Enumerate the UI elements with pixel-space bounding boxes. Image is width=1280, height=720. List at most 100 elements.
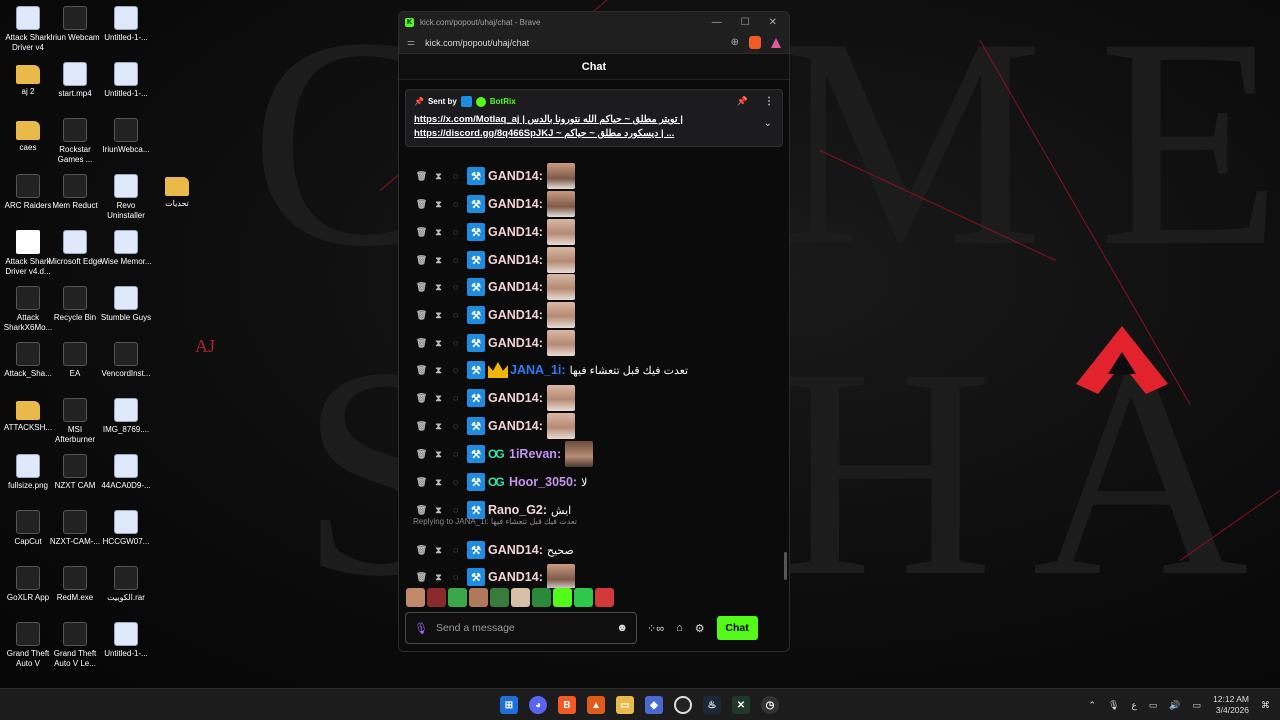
chat-username[interactable]: GAND14: <box>488 225 543 239</box>
desktop-icon[interactable]: CapCut <box>1 510 55 547</box>
chat-emote[interactable] <box>546 302 575 328</box>
delete-icon[interactable]: 🗑 <box>413 393 430 404</box>
timeout-icon[interactable]: ⧗ <box>430 545 447 556</box>
chat-message[interactable]: 🗑 ⧗ ◌ ⚒ GAND14: <box>413 413 579 439</box>
delete-icon[interactable]: 🗑 <box>413 477 430 488</box>
language-indicator[interactable]: ع <box>1131 700 1136 711</box>
app-taskbar-icon[interactable]: ◷ <box>761 696 779 714</box>
chat-message[interactable]: 🗑 ⧗ ◌ ⚒ GAND14: <box>413 330 579 356</box>
chat-username[interactable]: GAND14: <box>488 308 543 322</box>
chat-message[interactable]: 🗑 ⧗ ◌ ⚒ GAND14: <box>413 163 579 189</box>
ban-shield-icon[interactable]: ◌ <box>447 255 464 265</box>
delete-icon[interactable]: 🗑 <box>413 421 430 432</box>
battery-icon[interactable]: ▭ <box>1193 700 1202 711</box>
timeout-icon[interactable]: ⧗ <box>430 199 447 210</box>
chat-emote[interactable] <box>546 163 575 189</box>
quick-emote[interactable] <box>469 588 488 607</box>
desktop-icon[interactable]: NZXT CAM <box>48 454 102 491</box>
ban-shield-icon[interactable]: ◌ <box>447 365 464 375</box>
quick-emote[interactable] <box>553 588 572 607</box>
desktop-icon[interactable]: Recycle Bin <box>48 286 102 323</box>
network-icon[interactable]: ▭ <box>1149 700 1158 711</box>
chat-emote[interactable] <box>565 441 594 467</box>
zoom-icon[interactable]: ⊕ <box>731 37 739 48</box>
quick-emote[interactable] <box>448 588 467 607</box>
settings-gear-icon[interactable]: ⚙ <box>695 622 705 635</box>
desktop-icon[interactable]: Attack SharkX6Mo... <box>1 286 55 333</box>
chat-emote[interactable] <box>546 330 575 356</box>
chat-username[interactable]: GAND14: <box>488 253 543 267</box>
desktop-icon[interactable]: Mem Reduct <box>48 174 102 211</box>
ban-shield-icon[interactable]: ◌ <box>447 393 464 403</box>
delete-icon[interactable]: 🗑 <box>413 282 430 293</box>
chat-emote[interactable] <box>546 385 575 411</box>
delete-icon[interactable]: 🗑 <box>413 545 430 556</box>
timeout-icon[interactable]: ⧗ <box>430 449 447 460</box>
desktop-icon[interactable]: GoXLR App <box>1 566 55 603</box>
quick-emote[interactable] <box>595 588 614 607</box>
steam-taskbar-icon[interactable]: ♨ <box>703 696 721 714</box>
close-button[interactable]: ✕ <box>769 17 777 28</box>
delete-icon[interactable]: 🗑 <box>413 227 430 238</box>
kicks-icon[interactable]: ⁘∞ <box>647 622 664 635</box>
brave-shields-icon[interactable] <box>749 36 761 49</box>
quick-emote[interactable] <box>490 588 509 607</box>
desktop-icon[interactable]: IriunWebca... <box>99 118 153 155</box>
timeout-icon[interactable]: ⧗ <box>430 477 447 488</box>
desktop-icon[interactable]: Untitled-1-... <box>99 62 153 99</box>
ban-shield-icon[interactable]: ◌ <box>447 449 464 459</box>
chat-username[interactable]: Rano_G2: <box>488 503 547 517</box>
timeout-icon[interactable]: ⧗ <box>430 338 447 349</box>
desktop-icon[interactable]: Attack_Sha... <box>1 342 55 379</box>
unpin-icon[interactable]: 📌 <box>737 96 748 107</box>
ban-shield-icon[interactable]: ◌ <box>447 171 464 181</box>
desktop-icon[interactable]: MSI Afterburner <box>48 398 102 445</box>
chat-emote[interactable] <box>546 564 575 588</box>
quick-emote[interactable] <box>574 588 593 607</box>
more-options-icon[interactable]: ⋮ <box>764 96 774 107</box>
pinned-line-1[interactable]: https://x.com/Motlaq_aj | تويتر مطلق ~ ح… <box>414 113 744 127</box>
chat-emote[interactable] <box>546 191 575 217</box>
emoji-picker-icon[interactable]: ☻ <box>616 622 628 634</box>
timeout-icon[interactable]: ⧗ <box>430 505 447 516</box>
chat-emote[interactable] <box>546 247 575 273</box>
pinned-message[interactable]: 📌 Sent by BotRix 📌 ⋮ https://x.com/Motla… <box>405 89 783 147</box>
timeout-icon[interactable]: ⧗ <box>430 171 447 182</box>
delete-icon[interactable]: 🗑 <box>413 505 430 516</box>
brave-taskbar-icon[interactable]: B <box>558 696 576 714</box>
desktop-icon[interactable]: Untitled-1-... <box>99 6 153 43</box>
chat-message[interactable]: 🗑 ⧗ ◌ ⚒ GAND14: <box>413 302 579 328</box>
volume-icon[interactable]: 🔊 <box>1169 700 1180 711</box>
delete-icon[interactable]: 🗑 <box>413 572 430 583</box>
desktop-icon[interactable]: 44ACA0D9-... <box>99 454 153 491</box>
ban-shield-icon[interactable]: ◌ <box>447 572 464 582</box>
pinned-line-2[interactable]: https://discord.gg/8q466SpJKJ ~ ديسكورد … <box>414 127 744 141</box>
desktop-icon[interactable]: EA <box>48 342 102 379</box>
ban-shield-icon[interactable]: ◌ <box>447 227 464 237</box>
send-chat-button[interactable]: Chat <box>716 616 758 640</box>
chat-username[interactable]: GAND14: <box>488 570 543 584</box>
timeout-icon[interactable]: ⧗ <box>430 282 447 293</box>
desktop-icon[interactable]: Stumble Guys <box>99 286 153 323</box>
timeout-icon[interactable]: ⧗ <box>430 421 447 432</box>
ban-shield-icon[interactable]: ◌ <box>447 282 464 292</box>
chevron-down-icon[interactable]: ⌄ <box>764 118 772 129</box>
desktop-icon[interactable]: Attack Shark Driver v4.d... <box>1 230 55 277</box>
file-explorer-icon[interactable]: ▭ <box>616 696 634 714</box>
chat-username[interactable]: GAND14: <box>488 419 543 433</box>
message-input[interactable] <box>435 622 606 634</box>
address-bar[interactable]: ⚌ kick.com/popout/uhaj/chat ⊕ <box>399 32 789 54</box>
timeout-icon[interactable]: ⧗ <box>430 365 447 376</box>
microphone-tray-icon[interactable]: 🎙 <box>1108 700 1119 711</box>
desktop-icon[interactable]: aj 2 <box>1 62 55 97</box>
ban-shield-icon[interactable]: ◌ <box>447 421 464 431</box>
desktop-icon[interactable]: ATTACKSH... <box>1 398 55 433</box>
desktop-icon[interactable]: VencordInst... <box>99 342 153 379</box>
chat-message[interactable]: 🗑 ⧗ ◌ ⚒ GAND14: <box>413 385 579 411</box>
chat-emote[interactable] <box>546 274 575 300</box>
desktop-icon[interactable]: fullsize.png <box>1 454 55 491</box>
ban-shield-icon[interactable]: ◌ <box>447 545 464 555</box>
chat-username[interactable]: 1iRevan: <box>509 447 561 461</box>
delete-icon[interactable]: 🗑 <box>413 338 430 349</box>
delete-icon[interactable]: 🗑 <box>413 449 430 460</box>
